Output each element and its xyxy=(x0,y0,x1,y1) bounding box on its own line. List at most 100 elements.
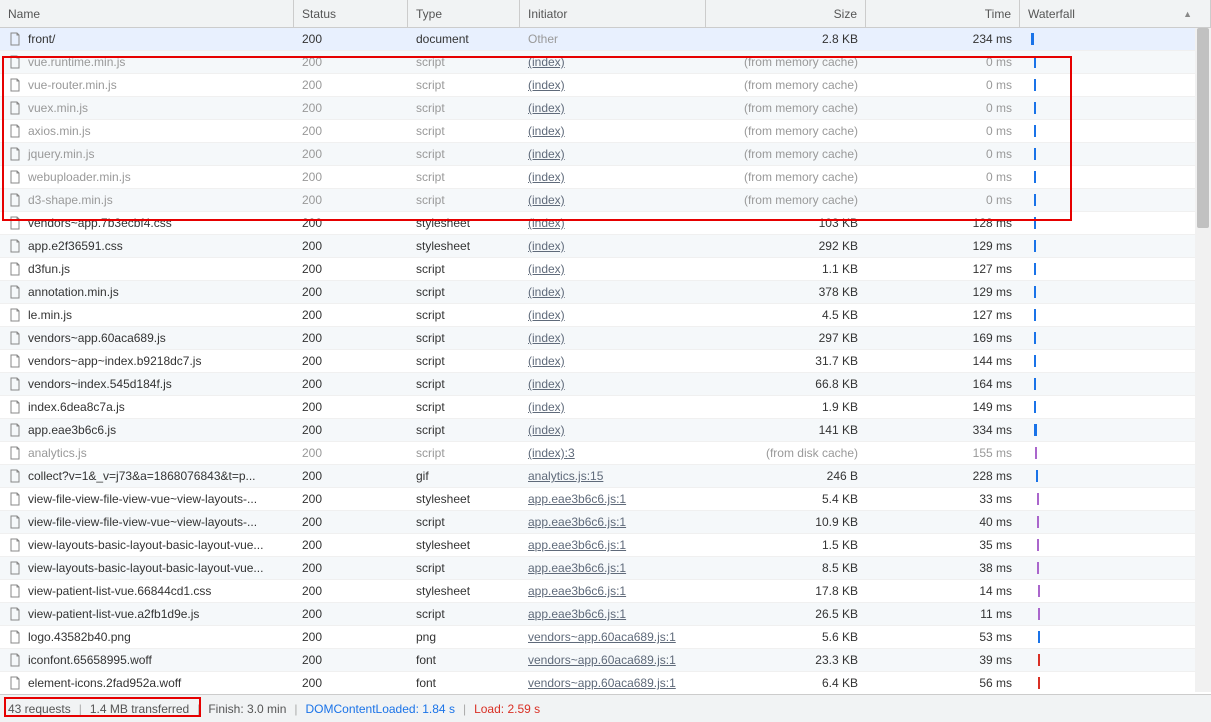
table-row[interactable]: app.e2f36591.css200stylesheet(index)292 … xyxy=(0,235,1211,258)
network-rows[interactable]: front/200documentOther2.8 KB234 msvue.ru… xyxy=(0,28,1211,694)
table-row[interactable]: vue-router.min.js200script(index)(from m… xyxy=(0,74,1211,97)
table-row[interactable]: vendors~app~index.b9218dc7.js200script(i… xyxy=(0,350,1211,373)
table-row[interactable]: view-layouts-basic-layout-basic-layout-v… xyxy=(0,534,1211,557)
file-name: webuploader.min.js xyxy=(28,170,131,184)
cell-name[interactable]: jquery.min.js xyxy=(0,143,294,165)
table-row[interactable]: webuploader.min.js200script(index)(from … xyxy=(0,166,1211,189)
cell-initiator[interactable]: (index) xyxy=(520,327,706,349)
table-row[interactable]: axios.min.js200script(index)(from memory… xyxy=(0,120,1211,143)
cell-initiator[interactable]: app.eae3b6c6.js:1 xyxy=(520,488,706,510)
table-row[interactable]: vendors~app.60aca689.js200script(index)2… xyxy=(0,327,1211,350)
scrollbar-thumb[interactable] xyxy=(1197,28,1209,228)
cell-name[interactable]: webuploader.min.js xyxy=(0,166,294,188)
cell-initiator[interactable]: (index) xyxy=(520,258,706,280)
table-row[interactable]: jquery.min.js200script(index)(from memor… xyxy=(0,143,1211,166)
cell-initiator[interactable]: vendors~app.60aca689.js:1 xyxy=(520,672,706,694)
waterfall-bar xyxy=(1028,465,1038,487)
cell-name[interactable]: view-layouts-basic-layout-basic-layout-v… xyxy=(0,534,294,556)
col-header-name[interactable]: Name xyxy=(0,0,294,27)
cell-name[interactable]: view-file-view-file-view-vue~view-layout… xyxy=(0,488,294,510)
col-header-time[interactable]: Time xyxy=(866,0,1020,27)
cell-name[interactable]: element-icons.2fad952a.woff xyxy=(0,672,294,694)
table-row[interactable]: element-icons.2fad952a.woff200fontvendor… xyxy=(0,672,1211,694)
table-row[interactable]: view-patient-list-vue.66844cd1.css200sty… xyxy=(0,580,1211,603)
cell-name[interactable]: view-patient-list-vue.a2fb1d9e.js xyxy=(0,603,294,625)
cell-name[interactable]: index.6dea8c7a.js xyxy=(0,396,294,418)
col-header-initiator[interactable]: Initiator xyxy=(520,0,706,27)
table-row[interactable]: analytics.js200script(index):3(from disk… xyxy=(0,442,1211,465)
col-header-type[interactable]: Type xyxy=(408,0,520,27)
cell-name[interactable]: view-layouts-basic-layout-basic-layout-v… xyxy=(0,557,294,579)
table-row[interactable]: collect?v=1&_v=j73&a=1868076843&t=p...20… xyxy=(0,465,1211,488)
cell-initiator[interactable]: (index) xyxy=(520,373,706,395)
table-row[interactable]: le.min.js200script(index)4.5 KB127 ms xyxy=(0,304,1211,327)
cell-initiator[interactable]: (index) xyxy=(520,350,706,372)
cell-initiator[interactable]: (index) xyxy=(520,212,706,234)
cell-initiator[interactable]: (index) xyxy=(520,419,706,441)
cell-name[interactable]: collect?v=1&_v=j73&a=1868076843&t=p... xyxy=(0,465,294,487)
cell-initiator[interactable]: (index) xyxy=(520,396,706,418)
cell-initiator[interactable]: (index) xyxy=(520,51,706,73)
cell-initiator[interactable]: app.eae3b6c6.js:1 xyxy=(520,534,706,556)
cell-initiator[interactable]: (index) xyxy=(520,189,706,211)
cell-initiator[interactable]: (index) xyxy=(520,235,706,257)
cell-name[interactable]: axios.min.js xyxy=(0,120,294,142)
cell-initiator[interactable]: (index) xyxy=(520,120,706,142)
cell-name[interactable]: vue-router.min.js xyxy=(0,74,294,96)
cell-name[interactable]: le.min.js xyxy=(0,304,294,326)
cell-name[interactable]: app.eae3b6c6.js xyxy=(0,419,294,441)
cell-initiator[interactable]: app.eae3b6c6.js:1 xyxy=(520,603,706,625)
table-row[interactable]: index.6dea8c7a.js200script(index)1.9 KB1… xyxy=(0,396,1211,419)
table-row[interactable]: view-patient-list-vue.a2fb1d9e.js200scri… xyxy=(0,603,1211,626)
cell-initiator[interactable]: vendors~app.60aca689.js:1 xyxy=(520,626,706,648)
file-icon xyxy=(8,55,22,69)
cell-initiator[interactable]: (index) xyxy=(520,97,706,119)
col-header-waterfall[interactable]: Waterfall ▲ xyxy=(1020,0,1211,27)
col-header-status[interactable]: Status xyxy=(294,0,408,27)
cell-name[interactable]: view-patient-list-vue.66844cd1.css xyxy=(0,580,294,602)
cell-initiator[interactable]: app.eae3b6c6.js:1 xyxy=(520,557,706,579)
cell-name[interactable]: vendors~app~index.b9218dc7.js xyxy=(0,350,294,372)
cell-initiator[interactable]: vendors~app.60aca689.js:1 xyxy=(520,649,706,671)
cell-initiator[interactable]: (index):3 xyxy=(520,442,706,464)
cell-initiator[interactable]: (index) xyxy=(520,281,706,303)
table-row[interactable]: view-file-view-file-view-vue~view-layout… xyxy=(0,511,1211,534)
cell-name[interactable]: vuex.min.js xyxy=(0,97,294,119)
cell-name[interactable]: app.e2f36591.css xyxy=(0,235,294,257)
table-row[interactable]: annotation.min.js200script(index)378 KB1… xyxy=(0,281,1211,304)
cell-initiator[interactable]: (index) xyxy=(520,143,706,165)
table-row[interactable]: vue.runtime.min.js200script(index)(from … xyxy=(0,51,1211,74)
cell-name[interactable]: logo.43582b40.png xyxy=(0,626,294,648)
cell-initiator[interactable]: app.eae3b6c6.js:1 xyxy=(520,511,706,533)
cell-name[interactable]: view-file-view-file-view-vue~view-layout… xyxy=(0,511,294,533)
table-row[interactable]: front/200documentOther2.8 KB234 ms xyxy=(0,28,1211,51)
cell-name[interactable]: analytics.js xyxy=(0,442,294,464)
table-row[interactable]: vendors~index.545d184f.js200script(index… xyxy=(0,373,1211,396)
cell-initiator[interactable]: app.eae3b6c6.js:1 xyxy=(520,580,706,602)
cell-name[interactable]: vendors~app.7b3ecbf4.css xyxy=(0,212,294,234)
col-header-size[interactable]: Size xyxy=(706,0,866,27)
cell-name[interactable]: iconfont.65658995.woff xyxy=(0,649,294,671)
table-row[interactable]: vuex.min.js200script(index)(from memory … xyxy=(0,97,1211,120)
table-row[interactable]: vendors~app.7b3ecbf4.css200stylesheet(in… xyxy=(0,212,1211,235)
cell-name[interactable]: d3-shape.min.js xyxy=(0,189,294,211)
cell-name[interactable]: vendors~app.60aca689.js xyxy=(0,327,294,349)
vertical-scrollbar[interactable] xyxy=(1195,28,1211,692)
table-row[interactable]: d3fun.js200script(index)1.1 KB127 ms xyxy=(0,258,1211,281)
cell-name[interactable]: d3fun.js xyxy=(0,258,294,280)
cell-name[interactable]: annotation.min.js xyxy=(0,281,294,303)
cell-name[interactable]: vendors~index.545d184f.js xyxy=(0,373,294,395)
table-row[interactable]: view-layouts-basic-layout-basic-layout-v… xyxy=(0,557,1211,580)
cell-initiator[interactable]: (index) xyxy=(520,304,706,326)
cell-name[interactable]: front/ xyxy=(0,28,294,50)
table-row[interactable]: view-file-view-file-view-vue~view-layout… xyxy=(0,488,1211,511)
table-row[interactable]: logo.43582b40.png200pngvendors~app.60aca… xyxy=(0,626,1211,649)
cell-name[interactable]: vue.runtime.min.js xyxy=(0,51,294,73)
cell-initiator[interactable]: (index) xyxy=(520,74,706,96)
table-row[interactable]: d3-shape.min.js200script(index)(from mem… xyxy=(0,189,1211,212)
table-row[interactable]: iconfont.65658995.woff200fontvendors~app… xyxy=(0,649,1211,672)
cell-initiator[interactable]: (index) xyxy=(520,166,706,188)
initiator-text: (index) xyxy=(528,285,565,299)
cell-initiator[interactable]: analytics.js:15 xyxy=(520,465,706,487)
table-row[interactable]: app.eae3b6c6.js200script(index)141 KB334… xyxy=(0,419,1211,442)
